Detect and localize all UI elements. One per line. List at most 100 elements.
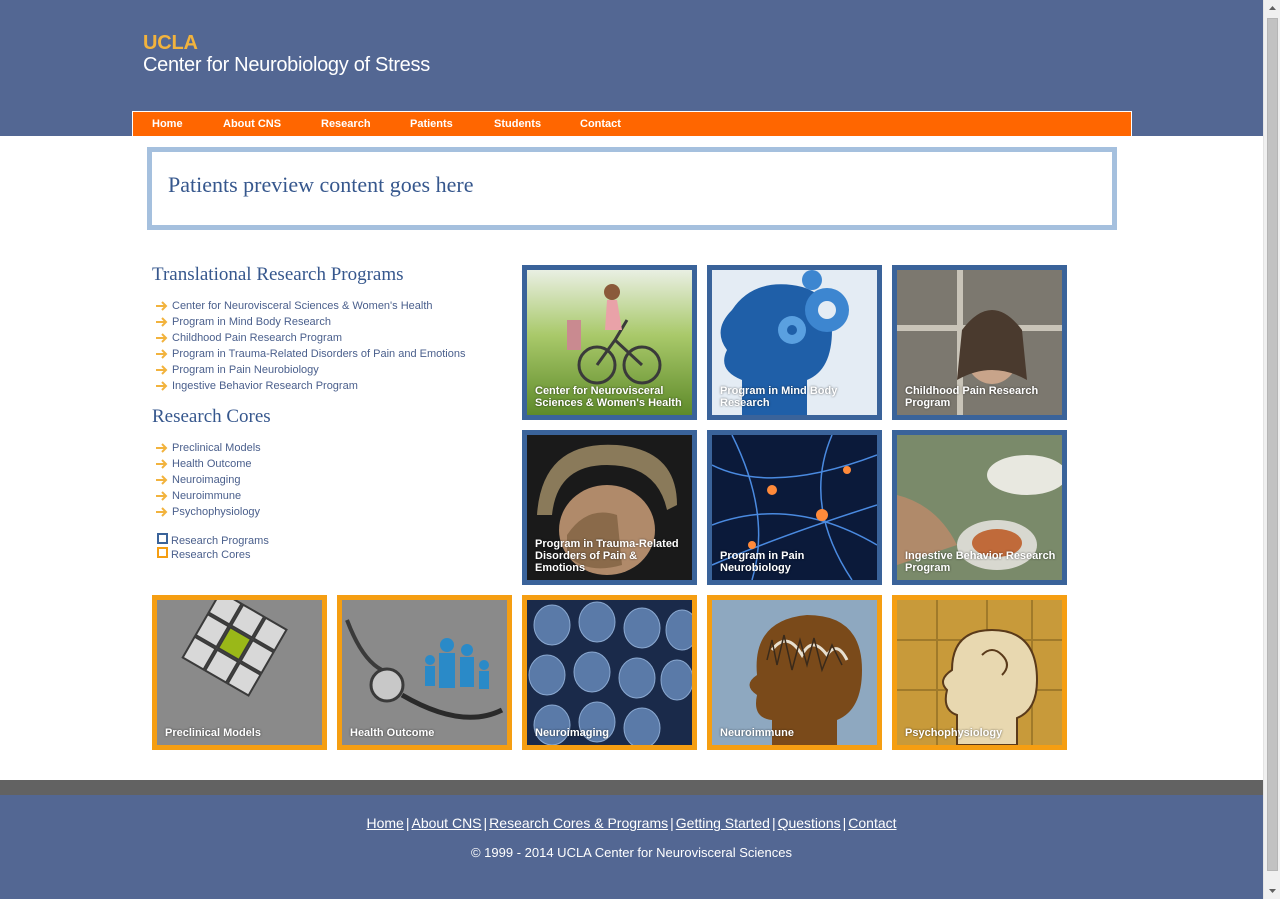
orange-square-icon [157, 546, 168, 558]
core-link[interactable]: Neuroimmune [172, 490, 241, 502]
footer-link-contact[interactable]: Contact [848, 815, 896, 831]
list-item: Psychophysiology [155, 504, 261, 520]
tile-mind-body-research[interactable]: Program in Mind Body Research [707, 265, 882, 420]
tile-legend: Research Programs Research Cores [157, 532, 269, 562]
tile-preclinical-models[interactable]: Preclinical Models [152, 595, 327, 750]
tile-neuroimmune[interactable]: Neuroimmune [707, 595, 882, 750]
footer-nav: Home | About CNS | Research Cores & Programs… [0, 815, 1263, 831]
nav-patients[interactable]: Patients [410, 118, 453, 130]
nav-home[interactable]: Home [152, 118, 183, 130]
arrow-right-icon [155, 474, 169, 486]
nav-research[interactable]: Research [321, 118, 371, 130]
list-item: Neuroimmune [155, 488, 261, 504]
list-item: Ingestive Behavior Research Program [155, 378, 465, 394]
cores-list: Preclinical Models Health Outcome Neuroi… [155, 440, 261, 520]
list-item: Program in Pain Neurobiology [155, 362, 465, 378]
tile-label: Health Outcome [350, 727, 435, 739]
site-logo[interactable]: UCLA Center for Neurobiology of Stress [143, 32, 430, 76]
blue-square-icon [157, 532, 168, 544]
cube-grid-photo [157, 600, 322, 745]
program-link[interactable]: Center for Neurovisceral Sciences & Wome… [172, 300, 433, 312]
core-link[interactable]: Health Outcome [172, 458, 251, 470]
programs-list: Center for Neurovisceral Sciences & Wome… [155, 298, 465, 394]
arrow-right-icon [155, 316, 169, 328]
tile-label: Psychophysiology [905, 727, 1003, 739]
footer-separator: | [771, 815, 776, 831]
arrow-right-icon [155, 490, 169, 502]
tile-label: Program in Trauma-Related Disorders of P… [535, 538, 679, 574]
nav-about-cns[interactable]: About CNS [223, 118, 281, 130]
footer-link-questions[interactable]: Questions [778, 815, 841, 831]
arrow-right-icon [155, 348, 169, 360]
list-item: Neuroimaging [155, 472, 261, 488]
program-link[interactable]: Childhood Pain Research Program [172, 332, 342, 344]
tile-label: Program in Pain Neurobiology [720, 550, 805, 574]
footer-link-getting-started[interactable]: Getting Started [676, 815, 770, 831]
tile-neuroimaging[interactable]: Neuroimaging [522, 595, 697, 750]
tile-label: Neuroimmune [720, 727, 794, 739]
footer-link-home[interactable]: Home [366, 815, 403, 831]
cores-heading: Research Cores [152, 406, 271, 427]
arrow-right-icon [155, 380, 169, 392]
list-item: Health Outcome [155, 456, 261, 472]
logo-center-name: Center for Neurobiology of Stress [143, 54, 430, 76]
arrow-right-icon [155, 300, 169, 312]
scroll-up-arrow-icon[interactable] [1264, 0, 1280, 17]
programs-heading: Translational Research Programs [152, 264, 404, 285]
copyright-text: © 1999 - 2014 UCLA Center for Neurovisce… [470, 845, 792, 860]
page: UCLA Center for Neurobiology of Stress H… [0, 0, 1263, 899]
list-item: Program in Mind Body Research [155, 314, 465, 330]
head-profile-photo [712, 600, 877, 745]
arrow-right-icon [155, 442, 169, 454]
nav-students[interactable]: Students [494, 118, 541, 130]
vertical-scrollbar[interactable] [1263, 0, 1280, 899]
site-footer: Home | About CNS | Research Cores & Programs… [0, 795, 1263, 899]
list-item: Childhood Pain Research Program [155, 330, 465, 346]
logo-ucla-text: UCLA [143, 32, 198, 54]
tile-psychophysiology[interactable]: Psychophysiology [892, 595, 1067, 750]
site-header: UCLA Center for Neurobiology of Stress H… [0, 0, 1263, 136]
program-link[interactable]: Program in Pain Neurobiology [172, 364, 319, 376]
tile-neurovisceral-sciences[interactable]: Center for Neurovisceral Sciences & Wome… [522, 265, 697, 420]
footer-link-research[interactable]: Research Cores & Programs [489, 815, 668, 831]
program-link[interactable]: Ingestive Behavior Research Program [172, 380, 358, 392]
tile-label: Childhood Pain Research Program [905, 385, 1039, 409]
brain-scans-photo [527, 600, 692, 745]
tile-ingestive-behavior[interactable]: Ingestive Behavior Research Program [892, 430, 1067, 585]
core-link[interactable]: Psychophysiology [172, 506, 260, 518]
legend-programs-label: Research Programs [171, 535, 269, 547]
arrow-right-icon [155, 506, 169, 518]
scrollbar-thumb[interactable] [1267, 18, 1278, 871]
arrow-right-icon [155, 458, 169, 470]
program-link[interactable]: Program in Trauma-Related Disorders of P… [172, 348, 465, 360]
main-nav: Home About CNS Research Patients Student… [132, 111, 1132, 136]
list-item: Center for Neurovisceral Sciences & Wome… [155, 298, 465, 314]
list-item: Program in Trauma-Related Disorders of P… [155, 346, 465, 362]
legend-cores-label: Research Cores [171, 549, 251, 561]
legend-programs: Research Programs [157, 532, 269, 548]
tile-label: Program in Mind Body Research [720, 385, 838, 409]
tile-label: Preclinical Models [165, 727, 261, 739]
footer-link-about-cns[interactable]: About CNS [411, 815, 481, 831]
tile-trauma-related-disorders[interactable]: Program in Trauma-Related Disorders of P… [522, 430, 697, 585]
arrow-right-icon [155, 364, 169, 376]
tile-health-outcome[interactable]: Health Outcome [337, 595, 512, 750]
arrow-right-icon [155, 332, 169, 344]
stethoscope-family-photo [342, 600, 507, 745]
scroll-down-arrow-icon[interactable] [1264, 882, 1280, 899]
preview-box: Patients preview content goes here [147, 147, 1117, 230]
core-link[interactable]: Preclinical Models [172, 442, 261, 454]
tile-label: Ingestive Behavior Research Program [905, 550, 1056, 574]
footer-separator: | [670, 815, 674, 831]
core-link[interactable]: Neuroimaging [172, 474, 240, 486]
footer-divider [0, 780, 1263, 795]
tile-label: Center for Neurovisceral Sciences & Wome… [535, 385, 682, 409]
list-item: Preclinical Models [155, 440, 261, 456]
tile-pain-neurobiology[interactable]: Program in Pain Neurobiology [707, 430, 882, 585]
program-link[interactable]: Program in Mind Body Research [172, 316, 331, 328]
tile-childhood-pain[interactable]: Childhood Pain Research Program [892, 265, 1067, 420]
nav-contact[interactable]: Contact [580, 118, 621, 130]
puzzle-head-photo [897, 600, 1062, 745]
tile-label: Neuroimaging [535, 727, 609, 739]
preview-text: Patients preview content goes here [168, 172, 474, 197]
